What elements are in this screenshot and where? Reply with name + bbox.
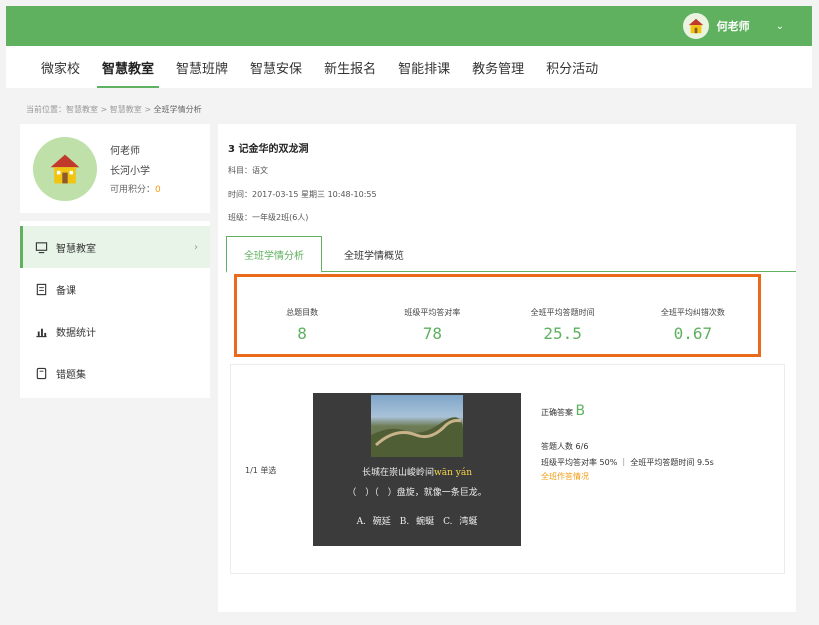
classroom-icon <box>35 241 48 253</box>
sidebar-item-label: 备课 <box>56 285 76 297</box>
stat-avg-answer-time: 全班平均答题时间 25.5 <box>498 277 628 354</box>
class-answer-detail-link[interactable]: 全班作答情况 <box>541 471 589 482</box>
sidebar-item-smart-classroom[interactable]: 智慧教室 › <box>20 226 210 268</box>
breadcrumb-level2[interactable]: 智慧教室 <box>110 105 142 114</box>
lesson-class: 班级：一年级2班(6人) <box>228 213 309 222</box>
question-slide-image[interactable]: 长城在崇山峻岭间wān yán （ ）（ ）盘旋，就像一条巨龙。 A. 碗延 B… <box>313 393 521 546</box>
nav-points-activity[interactable]: 积分活动 <box>535 46 609 88</box>
breadcrumb-current: 全班学情分析 <box>153 105 202 114</box>
nav-smart-class-board[interactable]: 智慧班牌 <box>165 46 239 88</box>
sidebar: 何老师 长河小学 可用积分：0 智慧教室 › 备课 数据统计 错题集 <box>20 124 210 398</box>
analysis-tabs: 全班学情分析 全班学情概览 <box>226 236 796 273</box>
school-house-icon <box>688 18 703 34</box>
stat-value: 78 <box>422 324 442 343</box>
main-panel: 3 记金华的双龙洞 科目：语文 时间：2017-03-15 星期三 10:48-… <box>218 124 796 612</box>
profile-name: 何老师 <box>110 146 140 157</box>
stat-label: 全班平均纠错次数 <box>660 308 725 317</box>
chevron-down-icon[interactable]: ⌄ <box>776 21 784 32</box>
profile-school: 长河小学 <box>110 166 150 177</box>
nav-enrollment[interactable]: 新生报名 <box>313 46 387 88</box>
user-avatar[interactable] <box>682 13 709 39</box>
slide-line2: （ ）（ ）盘旋，就像一条巨龙。 <box>347 488 487 498</box>
stat-value: 25.5 <box>543 324 582 343</box>
user-name[interactable]: 何老师 <box>717 18 750 34</box>
main-nav: 微家校 智慧教室 智慧班牌 智慧安保 新生报名 智能排课 教务管理 积分活动 <box>6 46 812 88</box>
lesson-time: 时间：2017-03-15 星期三 10:48-10:55 <box>228 190 377 199</box>
top-bar: 何老师 ⌄ <box>6 6 812 46</box>
question-type: 1/1 单选 <box>245 466 277 475</box>
lesson-prep-icon <box>36 283 47 295</box>
stat-avg-corrections: 全班平均纠错次数 0.67 <box>628 277 758 354</box>
sidebar-item-label: 错题集 <box>56 369 86 381</box>
nav-smart-security[interactable]: 智慧安保 <box>239 46 313 88</box>
user-menu[interactable]: 何老师 ⌄ <box>682 12 784 40</box>
chevron-right-icon: › <box>194 241 198 253</box>
points-value: 0 <box>155 185 161 195</box>
stat-value: 8 <box>297 324 307 343</box>
stat-label: 班级平均答对率 <box>404 308 461 317</box>
sidebar-item-statistics[interactable]: 数据统计 <box>20 310 210 352</box>
sidebar-item-label: 智慧教室 <box>56 243 96 255</box>
slide-pinyin: wān yán <box>434 468 472 478</box>
sidebar-item-label: 数据统计 <box>56 327 96 339</box>
stat-label: 全班平均答题时间 <box>530 308 595 317</box>
stat-value: 0.67 <box>673 324 713 343</box>
stats-summary: 总题目数 8 班级平均答对率 78 全班平均答题时间 25.5 全班平均纠错次数… <box>234 274 761 357</box>
nav-scheduling[interactable]: 智能排课 <box>387 46 461 88</box>
question-card: 1/1 单选 长城在崇山峻岭间wān yán （ ）（ ）盘旋，就像一条巨龙。 … <box>230 364 785 574</box>
answer-count: 答题人数 6/6 <box>541 442 589 451</box>
nav-academic-admin[interactable]: 教务管理 <box>461 46 535 88</box>
slide-options: A. 碗延 B. 蜿蜒 C. 湾蜒 <box>356 517 478 527</box>
school-house-icon <box>50 154 80 184</box>
error-book-icon <box>36 367 47 379</box>
nav-wei-jiaxiao[interactable]: 微家校 <box>30 46 91 88</box>
great-wall-icon <box>371 417 463 457</box>
great-wall-photo <box>371 395 463 457</box>
slide-line1: 长城在崇山峻岭间wān yán <box>313 465 521 478</box>
tab-class-analysis[interactable]: 全班学情分析 <box>226 236 322 273</box>
answer-label: 正确答案 <box>541 408 573 417</box>
breadcrumb-level1[interactable]: 智慧教室 <box>66 105 98 114</box>
stat-label: 总题目数 <box>286 308 319 317</box>
profile-avatar <box>33 137 97 201</box>
profile-card: 何老师 长河小学 可用积分：0 <box>20 124 210 213</box>
breadcrumb-prefix: 当前位置： <box>26 105 66 114</box>
nav-smart-classroom[interactable]: 智慧教室 <box>91 46 165 88</box>
correct-answer: 正确答案 B <box>541 403 585 419</box>
bar-chart-icon <box>36 328 47 337</box>
lesson-subject: 科目：语文 <box>228 166 268 175</box>
profile-points: 可用积分：0 <box>110 182 161 195</box>
sidebar-menu: 智慧教室 › 备课 数据统计 错题集 <box>20 221 210 398</box>
slide-line1-text: 长城在崇山峻岭间 <box>362 468 435 478</box>
answer-letter: B <box>575 403 586 419</box>
breadcrumb: 当前位置：智慧教室 > 智慧教室 > 全班学情分析 <box>26 105 202 114</box>
sidebar-item-error-book[interactable]: 错题集 <box>20 352 210 394</box>
sidebar-item-lesson-prep[interactable]: 备课 <box>20 268 210 310</box>
tab-class-overview[interactable]: 全班学情概览 <box>332 236 416 272</box>
answer-rates: 班级平均答对率 50% ｜ 全班平均答题时间 9.5s <box>541 458 714 467</box>
points-label: 可用积分： <box>110 185 156 195</box>
stat-total-questions: 总题目数 8 <box>237 277 367 354</box>
stat-avg-correct-rate: 班级平均答对率 78 <box>367 277 497 354</box>
lesson-title: 3 记金华的双龙洞 <box>228 144 309 155</box>
